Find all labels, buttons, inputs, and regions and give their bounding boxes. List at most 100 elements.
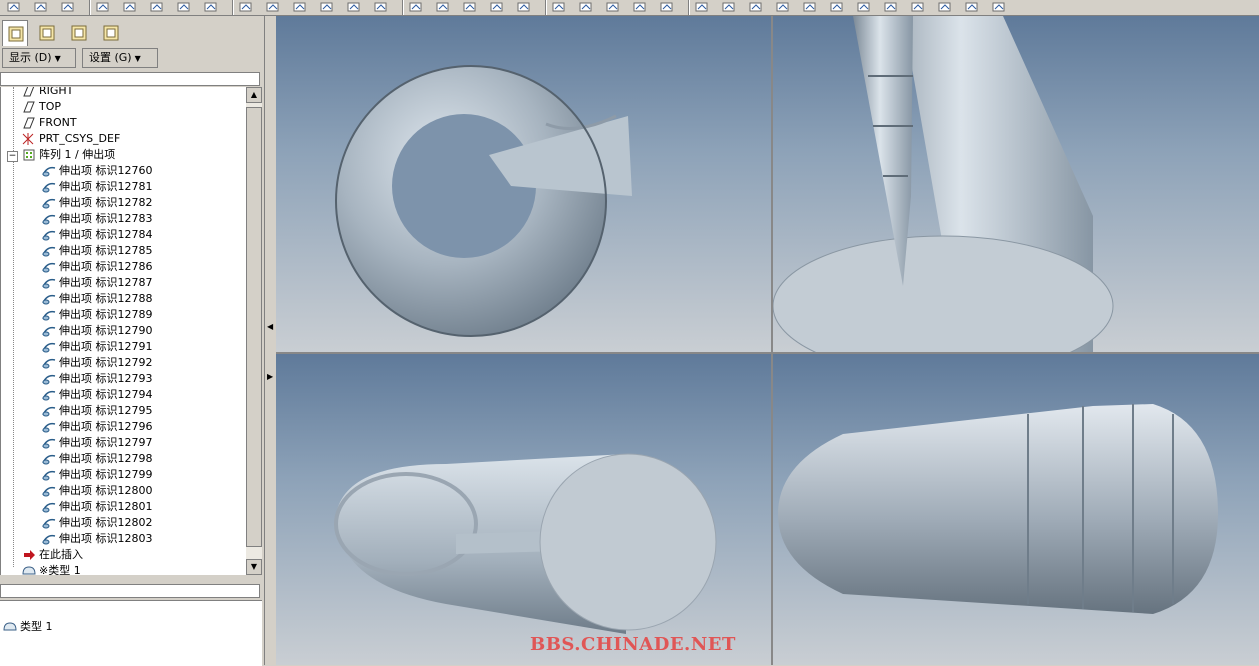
- tree-item[interactable]: 在此插入: [21, 547, 83, 563]
- tree-item-label: 伸出项 标识12783: [59, 212, 153, 225]
- no-hidden-icon[interactable]: [516, 1, 532, 13]
- tree-item[interactable]: 伸出项 标识12788: [41, 291, 153, 307]
- tree-item[interactable]: FRONT: [21, 115, 77, 131]
- open-icon[interactable]: [33, 1, 49, 13]
- tree-item[interactable]: RIGHT: [21, 87, 73, 99]
- paste-special-icon[interactable]: [176, 1, 192, 13]
- tree-item[interactable]: 伸出项 标识12799: [41, 467, 153, 483]
- scroll-up-button[interactable]: ▲: [246, 87, 262, 103]
- tree-item[interactable]: 伸出项 标识12785: [41, 243, 153, 259]
- model-tree-tab[interactable]: [2, 20, 28, 46]
- tree-item[interactable]: 伸出项 标识12795: [41, 403, 153, 419]
- tree-item-label: 伸出项 标识12781: [59, 180, 153, 193]
- tree-item[interactable]: 伸出项 标识12784: [41, 227, 153, 243]
- tree-item[interactable]: 伸出项 标识12786: [41, 259, 153, 275]
- refit-icon[interactable]: [346, 1, 362, 13]
- graphics-window[interactable]: [276, 16, 1259, 665]
- navigator-panel: 显示 (D) ▼ 设置 (G) ▼ RIGHT TOP FRONT PRT_CSYS_DE…: [0, 16, 264, 666]
- tree-item[interactable]: 伸出项 标识12793: [41, 371, 153, 387]
- collapse-arrow-icon[interactable]: ◀: [267, 322, 273, 331]
- viewport-top-left[interactable]: [276, 16, 771, 352]
- tree-item[interactable]: 伸出项 标识12797: [41, 435, 153, 451]
- scroll-down-button[interactable]: ▼: [246, 559, 262, 575]
- spiral-side-model: [773, 16, 1114, 352]
- round-icon[interactable]: [910, 1, 926, 13]
- status-icon[interactable]: [203, 1, 219, 13]
- tree-item[interactable]: 伸出项 标识12792: [41, 355, 153, 371]
- view-icon[interactable]: [373, 1, 389, 13]
- tree-item[interactable]: 伸出项 标识12798: [41, 451, 153, 467]
- draft-icon[interactable]: [964, 1, 980, 13]
- select-box-icon[interactable]: [238, 1, 254, 13]
- tree-item[interactable]: 伸出项 标识12803: [41, 531, 153, 547]
- extrude-icon[interactable]: [856, 1, 872, 13]
- tree-item-label: RIGHT: [39, 87, 74, 97]
- tree-item[interactable]: 伸出项 标识12787: [41, 275, 153, 291]
- tree-item[interactable]: 伸出项 标识12760: [41, 163, 153, 179]
- tree-item[interactable]: 伸出项 标识12783: [41, 211, 153, 227]
- tree-item[interactable]: 伸出项 标识12791: [41, 339, 153, 355]
- display-menu-button[interactable]: 显示 (D) ▼: [2, 48, 76, 68]
- analysis-icon[interactable]: [721, 1, 737, 13]
- new-icon[interactable]: [6, 1, 22, 13]
- shell-icon[interactable]: [991, 1, 1007, 13]
- layers-icon[interactable]: [408, 1, 424, 13]
- regenerate-icon[interactable]: [95, 1, 111, 13]
- save-icon[interactable]: [60, 1, 76, 13]
- scroll-thumb[interactable]: [246, 107, 262, 547]
- layer-item[interactable]: 类型 1: [2, 619, 53, 635]
- tree-item[interactable]: 伸出项 标识12781: [41, 179, 153, 195]
- tree-item[interactable]: TOP: [21, 99, 61, 115]
- zoom-in-icon[interactable]: [292, 1, 308, 13]
- hole-icon[interactable]: [883, 1, 899, 13]
- tree-item[interactable]: 伸出项 标识12796: [41, 419, 153, 435]
- viewport-bottom-right[interactable]: [773, 354, 1259, 665]
- revolve-icon[interactable]: [829, 1, 845, 13]
- wireframe-icon[interactable]: [462, 1, 478, 13]
- protrusion-icon: [41, 180, 57, 194]
- folder-browser-tab[interactable]: [34, 20, 60, 46]
- hidden-line-icon[interactable]: [489, 1, 505, 13]
- blend-icon[interactable]: [802, 1, 818, 13]
- chamfer-icon[interactable]: [937, 1, 953, 13]
- tree-item[interactable]: 伸出项 标识12802: [41, 515, 153, 531]
- connections-tab[interactable]: [98, 20, 124, 46]
- sketch-icon[interactable]: [265, 1, 281, 13]
- panel-splitter[interactable]: ◀ ▶: [264, 16, 276, 665]
- zoom-out-icon[interactable]: [319, 1, 335, 13]
- datum-point-icon[interactable]: [659, 1, 675, 13]
- tree-item[interactable]: 伸出项 标识12789: [41, 307, 153, 323]
- tree-item[interactable]: 伸出项 标识12782: [41, 195, 153, 211]
- paste-icon[interactable]: [149, 1, 165, 13]
- datum-axis-icon[interactable]: [632, 1, 648, 13]
- feature-tool-icon[interactable]: [748, 1, 764, 13]
- pattern-icon: [21, 148, 37, 162]
- protrusion-icon: [41, 228, 57, 242]
- datum-plane-icon[interactable]: [605, 1, 621, 13]
- protrusion-icon: [41, 276, 57, 290]
- tree-item[interactable]: 伸出项 标识12790: [41, 323, 153, 339]
- datum-csys-icon[interactable]: [694, 1, 710, 13]
- tree-item-label: 伸出项 标识12803: [59, 532, 153, 545]
- sweep-icon[interactable]: [775, 1, 791, 13]
- expand-arrow-icon[interactable]: ▶: [267, 372, 273, 381]
- tree-item[interactable]: 伸出项 标识12801: [41, 499, 153, 515]
- tree-item[interactable]: 伸出项 标识12794: [41, 387, 153, 403]
- copy-icon[interactable]: [122, 1, 138, 13]
- settings-menu-button[interactable]: 设置 (G) ▼: [82, 48, 158, 68]
- collapse-toggle-icon[interactable]: −: [7, 151, 18, 162]
- view-manager-icon[interactable]: [578, 1, 594, 13]
- tree-item[interactable]: ※类型 1: [21, 563, 81, 575]
- tree-item[interactable]: PRT_CSYS_DEF: [21, 131, 120, 147]
- tree-item-pattern[interactable]: 阵列 1 / 伸出项: [21, 147, 115, 163]
- shaded-icon[interactable]: [551, 1, 567, 13]
- viewport-bottom-left[interactable]: [276, 354, 771, 665]
- viewport-top-right[interactable]: [773, 16, 1259, 352]
- tree-item-label: 伸出项 标识12801: [59, 500, 153, 513]
- tree-scrollbar[interactable]: ▲ ▼: [246, 87, 262, 575]
- shading-icon[interactable]: [435, 1, 451, 13]
- chevron-down-icon: ▼: [134, 54, 141, 63]
- tree-item[interactable]: 伸出项 标识12800: [41, 483, 153, 499]
- favorites-tab[interactable]: [66, 20, 92, 46]
- tree-item-label: 伸出项 标识12782: [59, 196, 153, 209]
